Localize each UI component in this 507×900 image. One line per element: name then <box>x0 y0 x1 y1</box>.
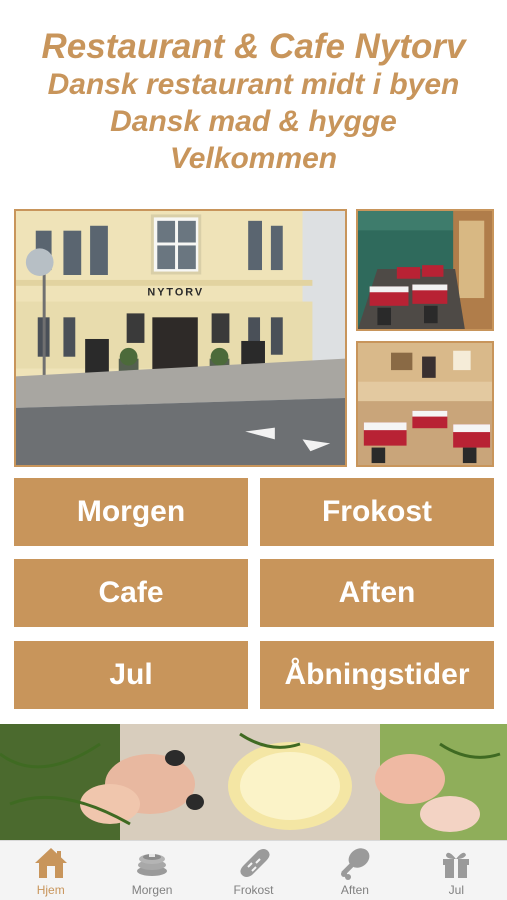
aften-button[interactable]: Aften <box>260 559 494 627</box>
tab-label-jul: Jul <box>448 883 464 897</box>
jul-button[interactable]: Jul <box>14 641 248 709</box>
interior-photo-tables <box>356 341 494 467</box>
tab-frokost[interactable]: Frokost <box>203 841 304 900</box>
abningstider-button[interactable]: Åbningstider <box>260 641 494 709</box>
house-icon <box>34 848 67 878</box>
bread-icon <box>239 849 270 877</box>
page-title: Restaurant & Cafe Nytorv <box>41 27 466 66</box>
tab-jul[interactable]: Jul <box>406 841 507 900</box>
tab-hjem[interactable]: Hjem <box>0 841 101 900</box>
tab-bar: Hjem Morgen Frokost Aften Jul <box>0 840 507 900</box>
pancakes-icon <box>137 854 168 876</box>
tab-label-morgen: Morgen <box>131 883 173 897</box>
frokost-button[interactable]: Frokost <box>260 478 494 546</box>
svg-text:NYTORV: NYTORV <box>147 287 204 299</box>
tab-aften[interactable]: Aften <box>304 841 405 900</box>
drumstick-icon <box>340 848 370 880</box>
subtitle-2: Dansk mad & hygge <box>110 105 397 138</box>
subtitle-1: Dansk restaurant midt i byen <box>47 68 460 101</box>
interior-photo-dining <box>356 209 494 331</box>
tab-label-aften: Aften <box>340 883 369 897</box>
food-banner-photo <box>0 724 507 840</box>
morgen-button[interactable]: Morgen <box>14 478 248 546</box>
tab-morgen[interactable]: Morgen <box>101 841 202 900</box>
tab-label-hjem: Hjem <box>36 883 65 897</box>
tab-label-frokost: Frokost <box>233 883 274 897</box>
restaurant-facade-photo: NYTORV <box>14 209 347 467</box>
cafe-button[interactable]: Cafe <box>14 559 248 627</box>
gift-icon <box>443 852 470 878</box>
header: Restaurant & Cafe Nytorv Dansk restauran… <box>0 28 507 177</box>
subtitle-3: Velkommen <box>169 142 338 175</box>
